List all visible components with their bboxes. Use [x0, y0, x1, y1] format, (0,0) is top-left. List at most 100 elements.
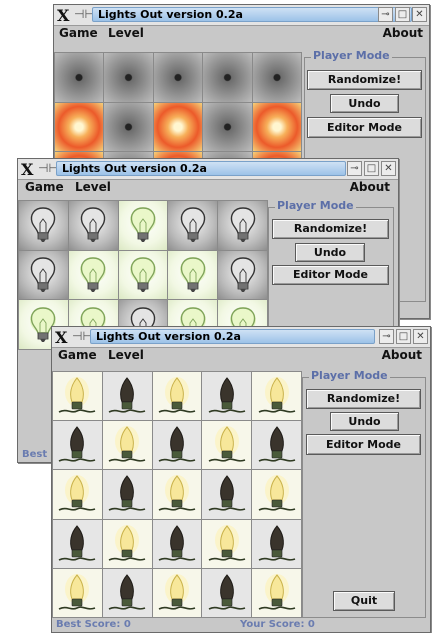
light-cell-r2-c2[interactable] [104, 102, 153, 152]
light-cell-r4-c1[interactable] [53, 519, 102, 568]
light-cell-r4-c5[interactable] [252, 519, 301, 568]
menu-about[interactable]: About [383, 26, 423, 40]
light-cell-r2-c5[interactable] [252, 102, 301, 152]
menu-game[interactable]: Game [58, 348, 97, 362]
light-cell-r1-c3[interactable] [152, 372, 202, 421]
light-cell-r1-c4[interactable] [168, 201, 218, 250]
editor-mode-button[interactable]: Editor Mode [307, 117, 422, 138]
light-cell-r1-c4[interactable] [202, 372, 252, 421]
dark-light-icon [207, 474, 247, 514]
close-button[interactable]: ✕ [412, 7, 427, 22]
light-cell-r5-c4[interactable] [202, 568, 252, 617]
menu-game[interactable]: Game [59, 26, 98, 40]
randomize-button[interactable]: Randomize! [307, 70, 422, 90]
randomize-button[interactable]: Randomize! [272, 219, 389, 239]
best-score-label: Best [22, 449, 48, 460]
light-cell-r2-c1[interactable] [53, 421, 102, 470]
minimize-button[interactable]: ⊸ [378, 7, 393, 22]
light-cell-r3-c2[interactable] [102, 470, 152, 519]
light-cell-r1-c5[interactable] [252, 372, 301, 421]
light-cell-r4-c3[interactable] [152, 519, 202, 568]
undo-button[interactable]: Undo [330, 412, 399, 431]
light-cell-r1-c3[interactable] [118, 201, 168, 250]
randomize-button[interactable]: Randomize! [306, 389, 421, 409]
dark-light-icon [57, 524, 97, 564]
light-cell-r2-c3[interactable] [153, 102, 203, 152]
dark-light-icon [207, 376, 247, 416]
x-logo-icon[interactable]: X [55, 328, 67, 347]
editor-mode-button[interactable]: Editor Mode [272, 265, 389, 285]
menu-level[interactable]: Level [108, 26, 144, 40]
best-score-label: Best Score: 0 [56, 619, 131, 630]
light-cell-r2-c4[interactable] [202, 421, 252, 470]
light-cell-r1-c3[interactable] [153, 53, 203, 102]
light-cell-r1-c4[interactable] [203, 53, 252, 102]
quit-button[interactable]: Quit [333, 591, 395, 611]
x-logo-icon[interactable]: X [21, 160, 33, 179]
dark-light-icon [257, 425, 297, 465]
menu-level[interactable]: Level [108, 348, 144, 362]
unlit-bulb-icon [23, 205, 63, 245]
title-bar[interactable]: X ⊣⊢ Lights Out version 0.2a ⊸ □ ✕ [18, 159, 398, 180]
light-cell-r2-c4[interactable] [203, 102, 252, 152]
light-cell-r1-c5[interactable] [218, 201, 267, 250]
light-cell-r2-c5[interactable] [218, 250, 267, 300]
light-cell-r2-c1[interactable] [19, 250, 68, 300]
editor-mode-button[interactable]: Editor Mode [306, 434, 421, 455]
menu-about[interactable]: About [382, 348, 422, 362]
maximize-button[interactable]: □ [395, 7, 410, 22]
menu-game[interactable]: Game [25, 180, 64, 194]
light-cell-r1-c1[interactable] [55, 53, 104, 102]
menu-level[interactable]: Level [75, 180, 111, 194]
light-cell-r3-c3[interactable] [152, 470, 202, 519]
dark-light-icon [157, 524, 197, 564]
menu-about[interactable]: About [350, 180, 390, 194]
light-cell-r2-c2[interactable] [102, 421, 152, 470]
light-cell-r1-c1[interactable] [53, 372, 102, 421]
menu-bar: Game Level About [18, 180, 398, 195]
light-cell-r1-c2[interactable] [68, 201, 118, 250]
light-cell-r2-c3[interactable] [118, 250, 168, 300]
yellow-light-icon [57, 573, 97, 613]
light-cell-r2-c3[interactable] [152, 421, 202, 470]
light-cell-r1-c1[interactable] [19, 201, 68, 250]
status-bar: Best Score: 0 Your Score: 0 [52, 616, 430, 632]
close-button[interactable]: ✕ [413, 329, 428, 344]
unlit-bulb-icon [23, 255, 63, 295]
light-cell-r1-c2[interactable] [102, 372, 152, 421]
light-cell-r3-c4[interactable] [202, 470, 252, 519]
light-cell-r5-c1[interactable] [53, 568, 102, 617]
dark-light-icon [157, 425, 197, 465]
player-mode-title: Player Mode [275, 199, 356, 212]
undo-button[interactable]: Undo [330, 94, 399, 113]
light-cell-r5-c3[interactable] [152, 568, 202, 617]
yellow-light-icon [107, 425, 147, 465]
dark-light-icon [107, 376, 147, 416]
yellow-light-icon [207, 425, 247, 465]
close-button[interactable]: ✕ [381, 161, 396, 176]
light-cell-r4-c4[interactable] [202, 519, 252, 568]
light-cell-r3-c1[interactable] [53, 470, 102, 519]
yellow-light-icon [157, 474, 197, 514]
light-cell-r1-c5[interactable] [252, 53, 301, 102]
light-cell-r2-c1[interactable] [55, 102, 104, 152]
light-cell-r4-c2[interactable] [102, 519, 152, 568]
light-cell-r2-c2[interactable] [68, 250, 118, 300]
light-cell-r3-c5[interactable] [252, 470, 301, 519]
maximize-button[interactable]: □ [364, 161, 379, 176]
light-cell-r1-c2[interactable] [104, 53, 153, 102]
undo-button[interactable]: Undo [295, 243, 365, 262]
player-mode-title: Player Mode [311, 49, 392, 62]
light-cell-r2-c5[interactable] [252, 421, 301, 470]
title-bar[interactable]: X ⊣⊢ Lights Out version 0.2a ⊸ □ ✕ [54, 5, 429, 26]
x-logo-icon[interactable]: X [57, 6, 69, 25]
minimize-button[interactable]: ⊸ [347, 161, 362, 176]
light-cell-r2-c4[interactable] [168, 250, 218, 300]
light-cell-r5-c2[interactable] [102, 568, 152, 617]
light-cell-r5-c5[interactable] [252, 568, 301, 617]
unlit-bulb-icon [173, 205, 213, 245]
minimize-button[interactable]: ⊸ [379, 329, 394, 344]
title-bar[interactable]: X ⊣⊢ Lights Out version 0.2a ⊸ □ ✕ [52, 327, 430, 348]
maximize-button[interactable]: □ [396, 329, 411, 344]
dark-light-icon [257, 524, 297, 564]
